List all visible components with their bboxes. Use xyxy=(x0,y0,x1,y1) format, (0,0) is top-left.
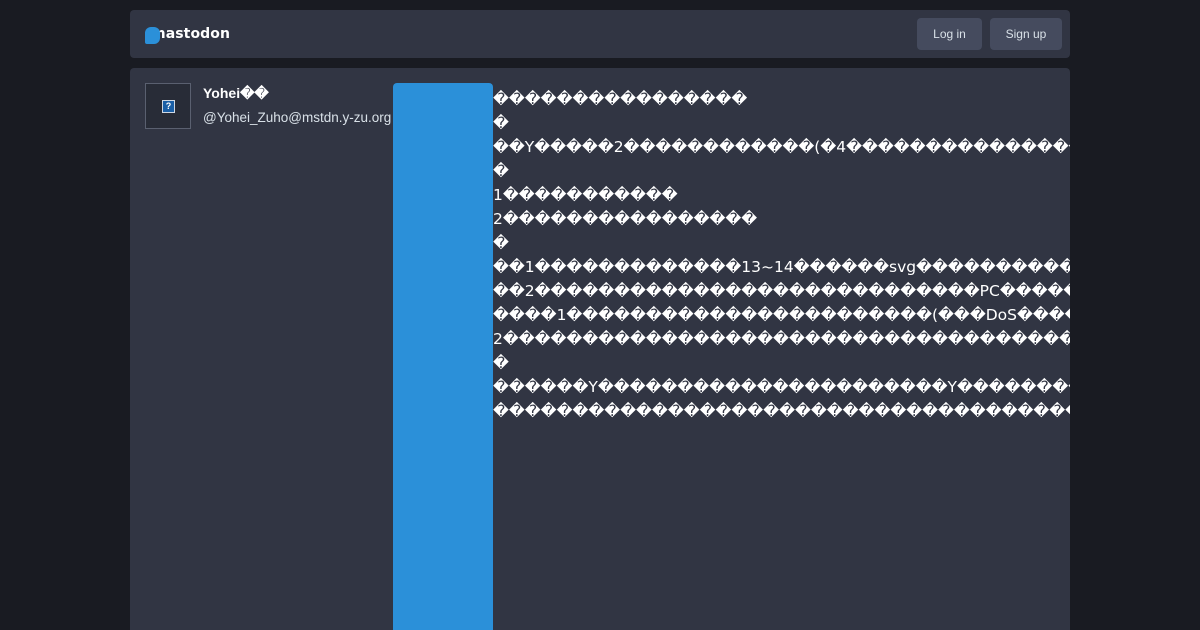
post-text-line: 2������������������������������������ xyxy=(493,330,1070,348)
post-text-line: � xyxy=(493,234,509,252)
post-text-line: ��1�������������13~14������svg����������… xyxy=(493,258,1070,276)
post-text-line: ����1�����������������������(���DoS�����… xyxy=(493,306,1070,324)
post-text-line: ��Y�����2������������(�4����������������… xyxy=(493,138,1070,156)
status-panel: ? Yohei�� @Yohei_Zuho@mstdn.y-zu.org ���… xyxy=(130,68,1070,630)
post-text-line: ��2����������������������������PC�������… xyxy=(493,282,1070,300)
post-text-line: ����������������������������������������… xyxy=(493,402,1070,420)
avatar[interactable]: ? xyxy=(145,83,191,129)
post-content: ���������������� � ��Y�����2������������(�… xyxy=(493,87,1070,423)
account-handle[interactable]: @Yohei_Zuho@mstdn.y-zu.org xyxy=(203,110,391,125)
top-bar: mastodon Log in Sign up xyxy=(130,10,1070,58)
post-text-line: 1����������� xyxy=(493,186,678,204)
media-attachment[interactable] xyxy=(393,83,493,630)
display-name[interactable]: Yohei�� xyxy=(203,85,269,102)
login-button[interactable]: Log in xyxy=(917,18,982,50)
post-text-line: ������Y����������������������Y����������… xyxy=(493,378,1070,396)
post-text-line: ���������������� xyxy=(493,90,748,108)
post-text-line: � xyxy=(493,162,509,180)
broken-image-icon: ? xyxy=(162,100,175,113)
mastodon-logo-icon xyxy=(145,26,160,44)
signup-button[interactable]: Sign up xyxy=(990,18,1062,50)
logo-text: mastodon xyxy=(151,26,231,42)
post-text-line: 2���������������� xyxy=(493,210,758,228)
mastodon-logo[interactable]: mastodon xyxy=(145,24,230,44)
post-text-line: � xyxy=(493,354,509,372)
post-text-line: � xyxy=(493,114,509,132)
